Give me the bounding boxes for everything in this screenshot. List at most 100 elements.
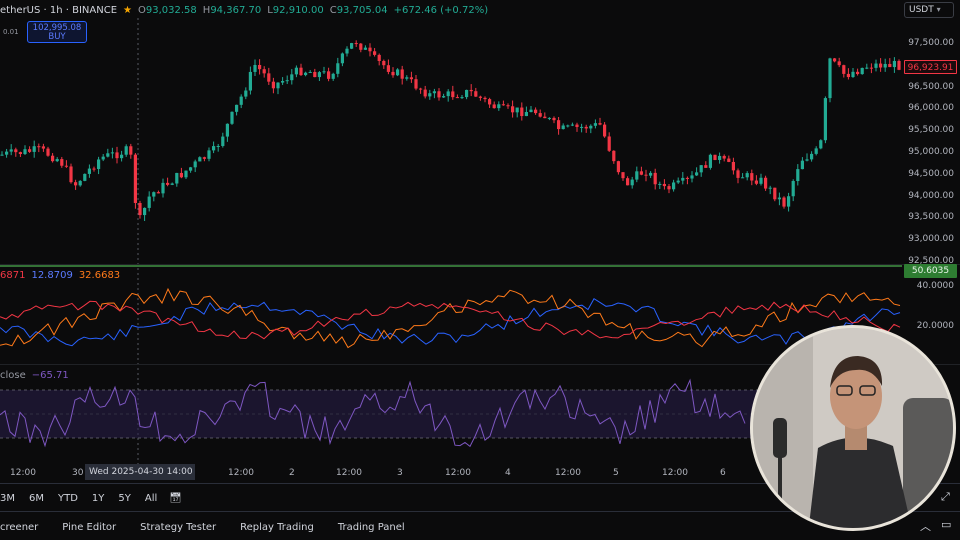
candle-body bbox=[543, 116, 547, 119]
candle-body bbox=[161, 182, 165, 194]
bottom-panel-tabs: creener Pine Editor Strategy Tester Repl… bbox=[0, 519, 405, 535]
candle-body bbox=[851, 71, 855, 78]
candle-body bbox=[304, 72, 308, 76]
candle-body bbox=[805, 159, 809, 161]
candle-body bbox=[212, 146, 216, 151]
candle-body bbox=[856, 71, 860, 75]
candle-body bbox=[9, 149, 13, 152]
range-toolbar: 3M 6M YTD 1Y 5Y All 📅︎ bbox=[0, 490, 182, 506]
candle-body bbox=[722, 155, 726, 159]
candle-body bbox=[782, 197, 786, 207]
current-price-tag: 96,923.91 bbox=[904, 60, 957, 74]
candle-body bbox=[837, 61, 841, 66]
candle-body bbox=[37, 146, 41, 148]
candle-body bbox=[184, 170, 188, 178]
candle-body bbox=[423, 89, 427, 97]
candle-body bbox=[299, 67, 303, 76]
range-3m[interactable]: 3M bbox=[0, 493, 15, 504]
candle-body bbox=[414, 79, 418, 89]
candle-body bbox=[492, 104, 496, 109]
dmi-legend[interactable]: 6871 12.8709 32.6683 bbox=[0, 270, 120, 281]
chart-app: { "header": { "symbol": "etherUS · 1h · … bbox=[0, 0, 960, 540]
candle-body bbox=[759, 177, 763, 184]
candle-body bbox=[359, 43, 363, 50]
candle-body bbox=[768, 187, 772, 189]
candle-body bbox=[869, 67, 873, 69]
candle-body bbox=[317, 72, 321, 78]
currency-selector[interactable]: USDT ▾ bbox=[904, 2, 954, 18]
candle-body bbox=[32, 146, 36, 152]
candle-body bbox=[92, 168, 96, 170]
candle-body bbox=[55, 159, 59, 162]
candle-body bbox=[46, 148, 50, 156]
candle-body bbox=[432, 91, 436, 94]
tab-trading-panel[interactable]: Trading Panel bbox=[338, 522, 405, 533]
candle-body bbox=[676, 180, 680, 183]
candle-body bbox=[547, 117, 551, 119]
candle-body bbox=[267, 73, 271, 82]
candle-body bbox=[340, 53, 344, 64]
range-1y[interactable]: 1Y bbox=[92, 493, 104, 504]
candle-body bbox=[437, 91, 441, 98]
tab-screener[interactable]: creener bbox=[0, 522, 38, 533]
pane-separator[interactable] bbox=[0, 264, 960, 265]
candle-body bbox=[667, 186, 671, 190]
candle-body bbox=[313, 71, 317, 78]
candle-body bbox=[377, 54, 381, 61]
candle-body bbox=[515, 107, 519, 113]
candle-body bbox=[644, 174, 648, 176]
symbol-title[interactable]: etherUS · 1h · BINANCE bbox=[0, 5, 117, 16]
time-axis-label: 12:00 bbox=[336, 468, 362, 478]
candle-body bbox=[741, 177, 745, 179]
candle-body bbox=[810, 153, 814, 160]
candle-body bbox=[455, 97, 459, 99]
candle-body bbox=[800, 160, 804, 170]
dmi-axis-label: 40.0000 bbox=[916, 281, 954, 291]
candle-body bbox=[285, 80, 289, 82]
range-ytd[interactable]: YTD bbox=[58, 493, 78, 504]
candle-body bbox=[175, 172, 179, 184]
candle-body bbox=[708, 154, 712, 168]
candle-body bbox=[419, 88, 423, 90]
tab-pine-editor[interactable]: Pine Editor bbox=[62, 522, 116, 533]
candle-body bbox=[538, 113, 542, 117]
price-axis-label: 94,000.00 bbox=[908, 190, 954, 201]
time-axis-label: 5 bbox=[613, 468, 619, 478]
candle-body bbox=[745, 173, 749, 178]
candle-body bbox=[368, 47, 372, 52]
candle-body bbox=[405, 77, 409, 79]
candle-body bbox=[561, 125, 565, 130]
candle-body bbox=[465, 89, 469, 98]
webcam-overlay bbox=[750, 325, 956, 531]
candle-body bbox=[754, 180, 758, 184]
candle-body bbox=[129, 146, 133, 155]
candle-body bbox=[138, 202, 142, 216]
candle-body bbox=[630, 179, 634, 186]
osc-value: −65.71 bbox=[31, 370, 69, 381]
star-icon[interactable]: ★ bbox=[123, 5, 132, 16]
candle-body bbox=[791, 181, 795, 197]
candle-body bbox=[106, 153, 110, 157]
crosshair-time-label: Wed 2025-04-30 14:00 bbox=[85, 464, 195, 480]
candle-body bbox=[193, 161, 197, 168]
calendar-icon[interactable]: 📅︎ bbox=[169, 493, 182, 504]
time-axis-label: 12:00 bbox=[228, 468, 254, 478]
price-axis-label: 93,500.00 bbox=[908, 212, 954, 223]
candle-body bbox=[354, 43, 358, 45]
dmi-value-1: 6871 bbox=[0, 270, 26, 281]
candle-body bbox=[170, 183, 174, 185]
buy-button[interactable]: 102,995.08 BUY bbox=[27, 21, 87, 43]
range-all[interactable]: All bbox=[145, 493, 157, 504]
range-6m[interactable]: 6M bbox=[29, 493, 44, 504]
osc-legend[interactable]: close −65.71 bbox=[0, 370, 69, 381]
range-5y[interactable]: 5Y bbox=[118, 493, 130, 504]
tab-replay-trading[interactable]: Replay Trading bbox=[240, 522, 314, 533]
candle-body bbox=[879, 63, 883, 68]
candle-body bbox=[409, 77, 413, 80]
candle-body bbox=[814, 148, 818, 154]
candle-body bbox=[603, 124, 607, 137]
tab-strategy-tester[interactable]: Strategy Tester bbox=[140, 522, 216, 533]
candle-body bbox=[451, 91, 455, 98]
osc-label: close bbox=[0, 370, 26, 381]
candle-body bbox=[672, 182, 676, 190]
